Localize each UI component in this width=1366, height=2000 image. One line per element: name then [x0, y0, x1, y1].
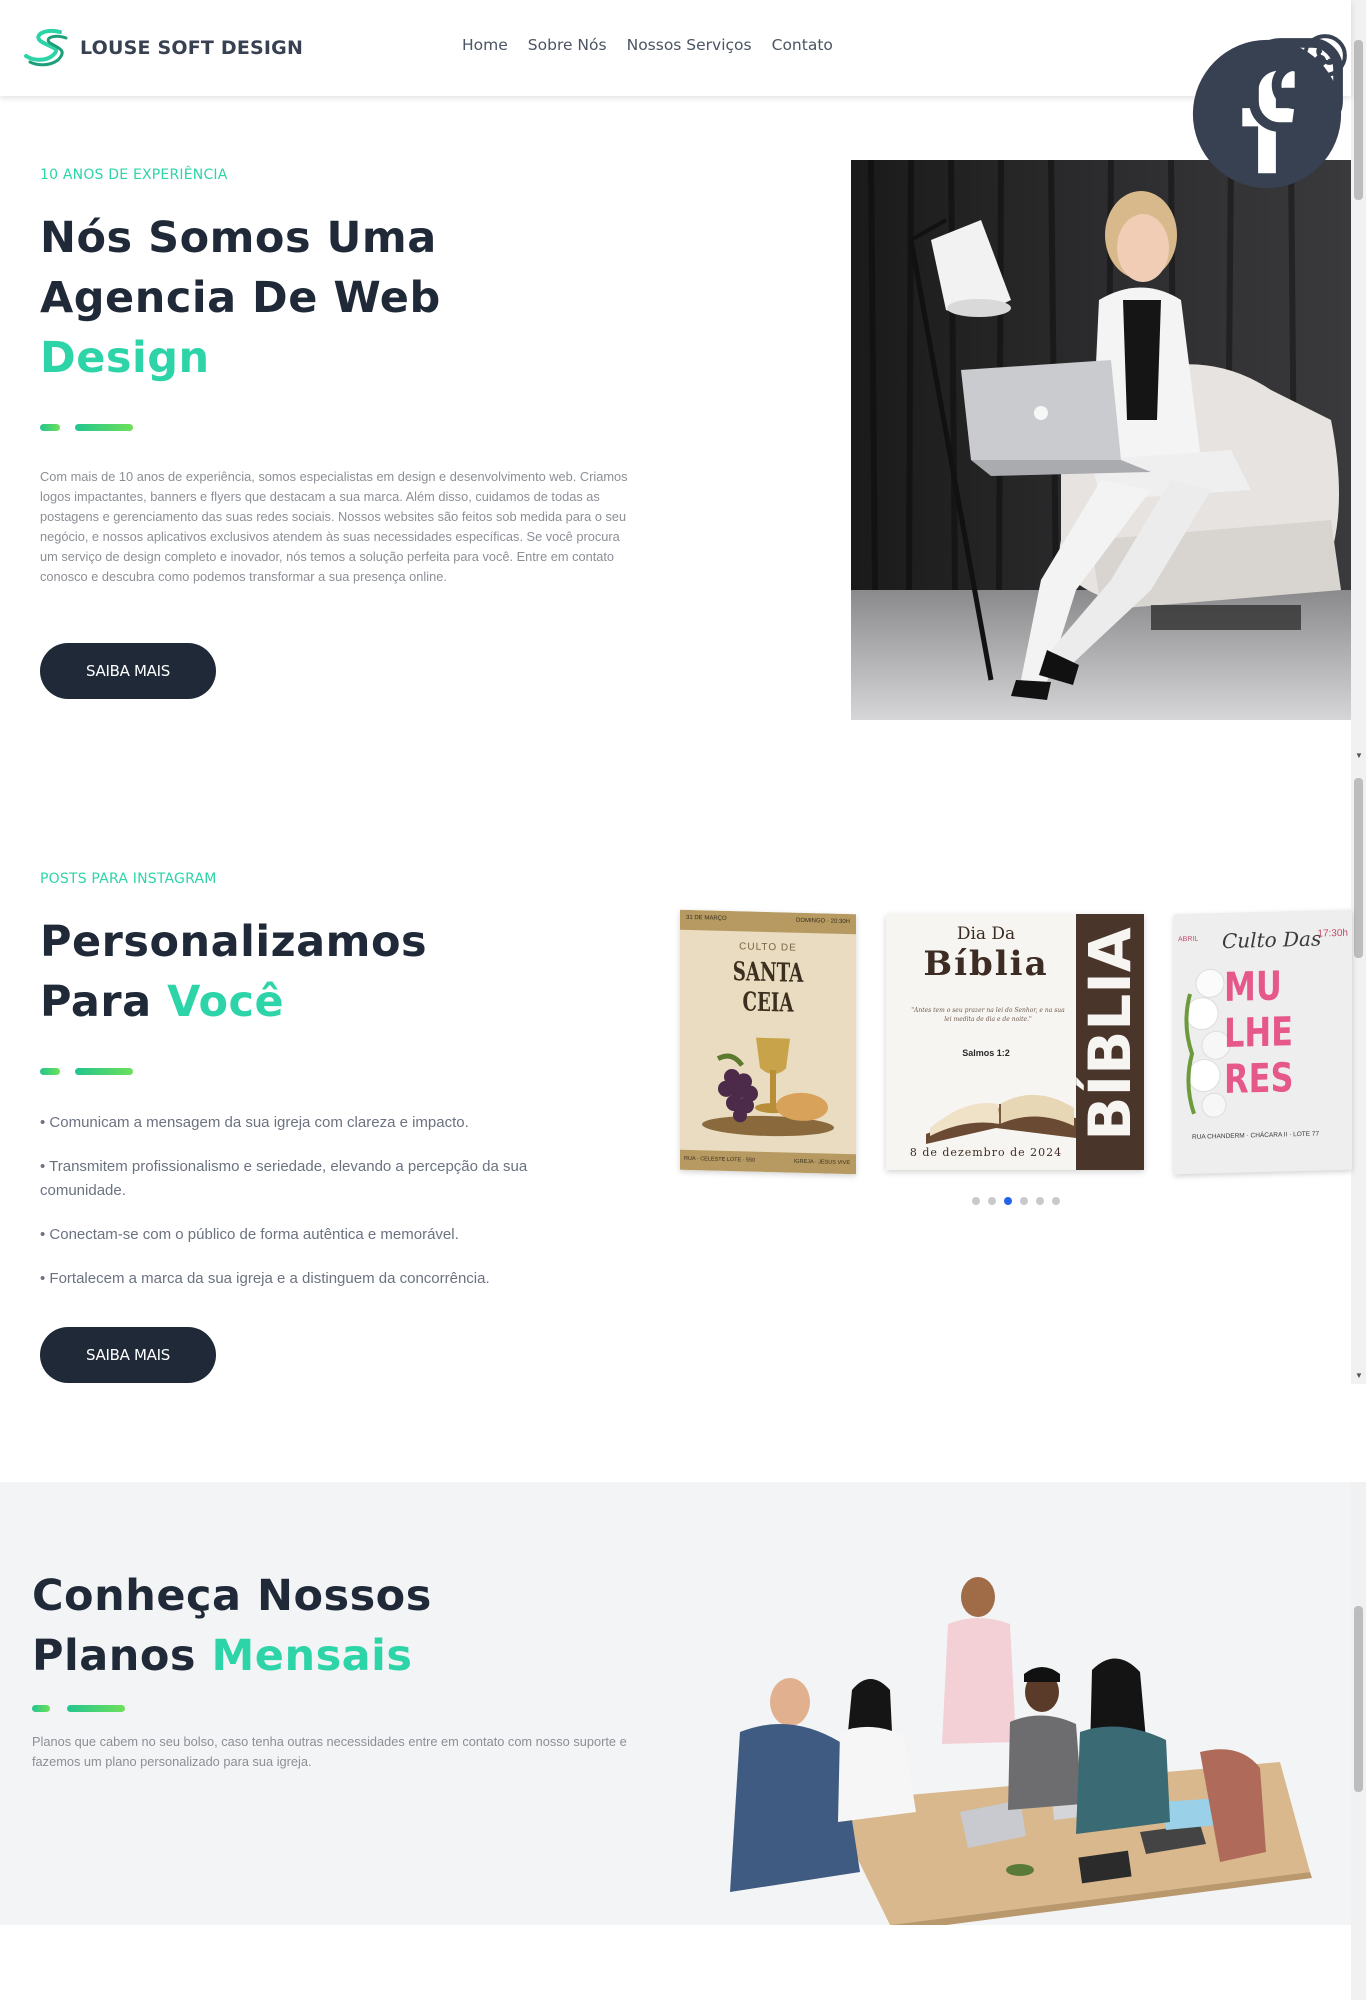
nav-home[interactable]: Home [462, 36, 508, 54]
divider-accent [32, 1705, 132, 1713]
plans-title-accent: Mensais [211, 1631, 413, 1681]
chalice-grapes-icon [702, 1037, 834, 1137]
card-reference: Salmos 1:2 [962, 1048, 1010, 1058]
carousel-dot[interactable] [1020, 1197, 1028, 1205]
whatsapp-icon[interactable] [1299, 30, 1351, 82]
main-nav: Home Sobre Nós Nossos Serviços Contato [462, 36, 833, 54]
carousel-dot[interactable] [988, 1197, 996, 1205]
scroll-down-icon[interactable]: ▼ [1355, 752, 1363, 760]
card-time: 17:30h [1317, 927, 1348, 940]
brand-logo[interactable]: LOUSE SOFT DESIGN [22, 26, 303, 70]
card-address: RUA CHANDERM · CHÁCARA II · LOTE 77 [1192, 1130, 1320, 1141]
carousel-card-dia-da-biblia[interactable]: Dia Da Bíblia "Antes tem o seu prazer na… [886, 914, 1144, 1170]
plans-title-line2: Planos [32, 1631, 212, 1681]
hero-title: Nós Somos Uma Agencia De Web Design [40, 208, 600, 388]
nav-nossos-servicos[interactable]: Nossos Serviços [627, 36, 752, 54]
divider-accent [40, 424, 140, 432]
hero-title-line1: Nós Somos Uma [40, 213, 437, 263]
instagram-title-accent: Você [167, 977, 285, 1027]
card-big-text: MU [1224, 963, 1282, 1012]
hero-eyebrow: 10 ANOS DE EXPERIÊNCIA [40, 167, 228, 183]
card-subtitle: CULTO DE [739, 941, 797, 954]
card-big-text: LHE [1224, 1009, 1294, 1058]
card-vertical-text: BÍBLIA [1076, 927, 1144, 1141]
plans-title: Conheça Nossos Planos Mensais [32, 1566, 632, 1686]
card-subtitle: Dia Da [956, 924, 1016, 944]
divider-accent [40, 1068, 140, 1076]
card-date: 8 de dezembro de 2024 [909, 1146, 1063, 1159]
carousel-dot[interactable] [1052, 1197, 1060, 1205]
plans-paragraph: Planos que cabem no seu bolso, caso tenh… [32, 1734, 627, 1769]
card-title: Culto Das [1222, 926, 1322, 954]
site-header: LOUSE SOFT DESIGN Home Sobre Nós Nossos … [0, 0, 1351, 189]
bullet-item: • Comunicam a mensagem da sua igreja com… [40, 1114, 469, 1131]
carousel-dot[interactable] [972, 1197, 980, 1205]
bullet-item: • Conectam-se com o público de forma aut… [40, 1226, 459, 1243]
plans-title-line1: Conheça Nossos [32, 1571, 432, 1621]
bullet-item: • Transmitem profissionalismo e seriedad… [40, 1158, 528, 1199]
carousel-card-santa-ceia[interactable]: 31 DE MARÇO DOMINGO · 20:30H CULTO DE SA… [680, 909, 856, 1175]
open-book-icon [926, 1094, 1076, 1144]
carousel-pagination [972, 1197, 1060, 1205]
card-big-text: RES [1224, 1055, 1294, 1104]
team-image [720, 1572, 1320, 1932]
carousel-card-culto-das-mulheres[interactable]: ABRIL Culto Das 17:30h MU LHE RES RUA CH… [1174, 909, 1352, 1175]
carousel-dot-active[interactable] [1004, 1197, 1012, 1205]
hero-title-line2: Agencia De Web [40, 273, 441, 323]
hero-paragraph: Com mais de 10 anos de experiência, somo… [40, 469, 628, 584]
scrollbar-plans[interactable] [1351, 1482, 1366, 2000]
instagram-saiba-mais-button[interactable]: SAIBA MAIS [40, 1327, 216, 1383]
plans-section: Conheça Nossos Planos Mensais Planos que… [0, 1482, 1351, 1932]
hero-image [851, 160, 1351, 720]
card-quote: "Antes tem o seu prazer na lei do Senhor… [911, 1007, 1065, 1023]
card-label: ABRIL [1178, 935, 1199, 944]
instagram-title-line2: Para [40, 977, 168, 1027]
bullet-item: • Fortalecem a marca da sua igreja e a d… [40, 1270, 490, 1287]
logo-mark-icon [24, 29, 68, 67]
scrollbar-hero[interactable]: ▼ [1351, 0, 1366, 760]
instagram-title-line1: Personalizamos [40, 917, 428, 967]
hero-saiba-mais-button[interactable]: SAIBA MAIS [40, 643, 216, 699]
card-title: Bíblia [923, 944, 1049, 984]
hero-title-accent: Design [40, 333, 210, 383]
scrollbar-instagram[interactable]: ▼ [1351, 760, 1366, 1384]
instagram-title: Personalizamos Para Você [40, 912, 640, 1032]
card-label: 31 DE MARÇO [686, 914, 727, 922]
carousel-dot[interactable] [1036, 1197, 1044, 1205]
brand-name: LOUSE SOFT DESIGN [80, 37, 304, 59]
nav-sobre-nos[interactable]: Sobre Nós [528, 36, 607, 54]
instagram-eyebrow: POSTS PARA INSTAGRAM [40, 871, 217, 887]
scroll-down-icon[interactable]: ▼ [1355, 1372, 1363, 1380]
nav-contato[interactable]: Contato [772, 36, 833, 54]
